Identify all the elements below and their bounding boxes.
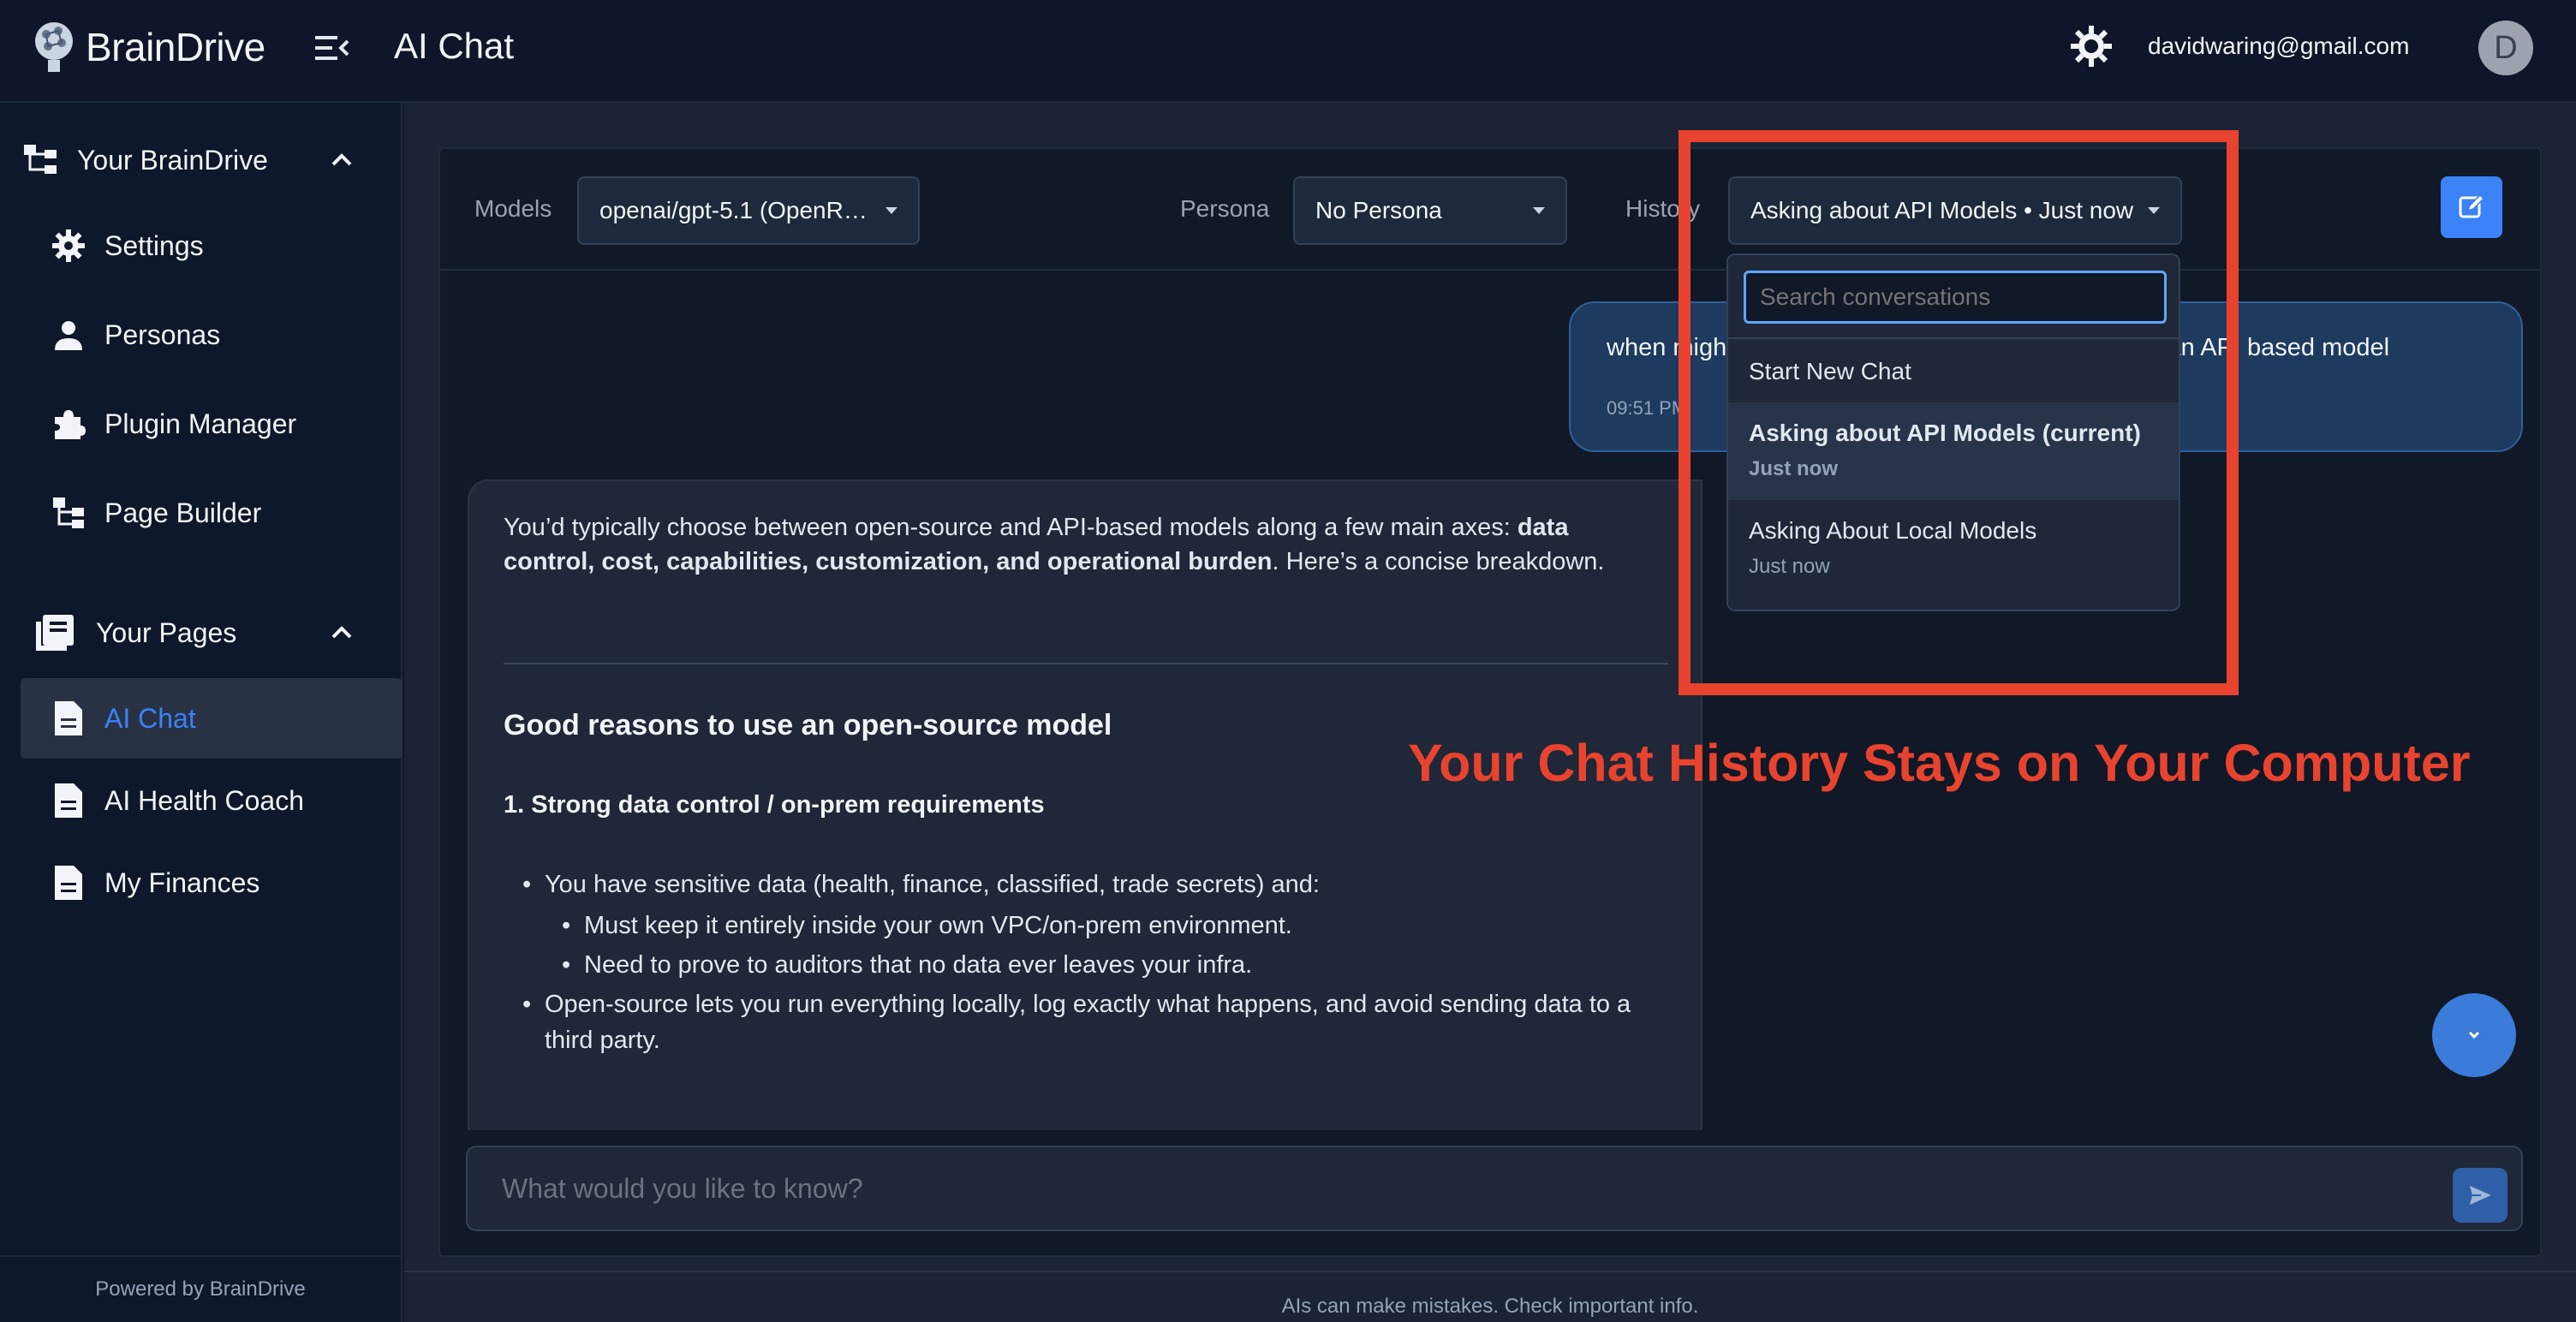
sidebar-item-label: AI Health Coach [104, 784, 305, 816]
chevron-down-icon [2468, 1031, 2480, 1039]
sidebar-item-page-builder[interactable]: Page Builder [21, 473, 402, 553]
assistant-heading: Good reasons to use an open-source model [504, 709, 1112, 741]
persona-label: Persona [1180, 195, 1270, 222]
sidebar-item-label: Plugin Manager [104, 408, 297, 439]
list-item: You have sensitive data (health, finance… [522, 866, 1675, 902]
brain-logo-icon [35, 22, 73, 72]
sidebar-item-label: Settings [104, 229, 204, 261]
sitemap-icon [50, 494, 87, 532]
brand-name: BrainDrive [86, 25, 265, 69]
divider [504, 663, 1668, 664]
section-your-pages[interactable]: Your Pages [22, 603, 382, 663]
gear-icon [50, 227, 87, 265]
message-composer [466, 1146, 2523, 1231]
caret-down-icon [1533, 207, 1545, 214]
assistant-subheading: 1. Strong data control / on-prem require… [504, 791, 1045, 819]
section-your-braindrive[interactable]: Your BrainDrive [22, 130, 382, 190]
user-message-time: 09:51 PM [1607, 397, 1688, 419]
puzzle-icon [50, 405, 87, 443]
pages-icon [36, 615, 74, 651]
user-email[interactable]: davidwaring@gmail.com [2148, 33, 2409, 60]
sidebar-item-ai-health-coach[interactable]: AI Health Coach [21, 760, 402, 841]
sidebar-item-label: AI Chat [104, 702, 196, 734]
sidebar-item-my-finances[interactable]: My Finances [21, 843, 402, 923]
chevron-up-icon[interactable] [329, 620, 355, 646]
section-label: Your Pages [96, 616, 237, 648]
avatar[interactable]: D [2478, 21, 2533, 75]
new-chat-button[interactable] [2441, 176, 2502, 238]
annotation-text: Your Chat History Stays on Your Computer [1408, 734, 2471, 792]
edit-icon [2459, 194, 2485, 218]
models-select[interactable]: openai/gpt-5.1 (OpenR… [577, 176, 920, 245]
persona-select[interactable]: No Persona [1293, 176, 1567, 245]
main-area: Models openai/gpt-5.1 (OpenR… Persona No… [404, 103, 2576, 1322]
top-bar: BrainDrive AI Chat davidwaring@gmail.com… [0, 0, 2576, 103]
divider [404, 1271, 2576, 1272]
sidebar-item-label: Page Builder [104, 497, 262, 528]
section-label: Your BrainDrive [77, 144, 268, 176]
sidebar: Your BrainDrive Settings Personas Plugin… [0, 103, 402, 1322]
sidebar-item-personas[interactable]: Personas [21, 295, 402, 375]
disclaimer-text: AIs can make mistakes. Check important i… [1281, 1295, 1699, 1318]
models-select-value: openai/gpt-5.1 (OpenR… [599, 197, 868, 223]
document-icon [50, 782, 87, 819]
chevron-up-icon[interactable] [329, 147, 355, 173]
caret-down-icon [886, 207, 897, 214]
sidebar-item-label: My Finances [104, 866, 260, 898]
theme-toggle-icon[interactable] [2069, 24, 2114, 68]
person-icon [50, 316, 87, 354]
message-input[interactable] [468, 1147, 2403, 1230]
list-item: Open-source lets you run everything loca… [522, 986, 1658, 1058]
intro-text-end: . Here’s a concise breakdown. [1272, 548, 1605, 575]
sidebar-item-plugin-manager[interactable]: Plugin Manager [21, 384, 402, 464]
sidebar-item-settings[interactable]: Settings [21, 205, 402, 286]
document-icon [50, 700, 87, 737]
sitemap-icon [24, 145, 57, 174]
document-icon [50, 864, 87, 902]
models-label: Models [474, 195, 552, 222]
sidebar-item-label: Personas [104, 319, 221, 350]
sidebar-footer: Powered by BrainDrive [0, 1255, 401, 1322]
intro-text: You’d typically choose between open-sour… [504, 514, 1518, 541]
send-icon [2470, 1186, 2491, 1205]
send-button[interactable] [2453, 1168, 2507, 1223]
persona-select-value: No Persona [1315, 197, 1442, 223]
list-item: Need to prove to auditors that no data e… [562, 947, 1680, 983]
annotation-highlight-box [1679, 130, 2239, 695]
sidebar-item-ai-chat[interactable]: AI Chat [21, 678, 402, 759]
page-title: AI Chat [394, 26, 515, 66]
scroll-to-bottom-button[interactable] [2432, 993, 2516, 1077]
assistant-intro: You’d typically choose between open-sour… [504, 510, 1651, 579]
sidebar-collapse-icon[interactable] [313, 31, 351, 65]
list-item: Must keep it entirely inside your own VP… [562, 908, 1680, 944]
assistant-message: You’d typically choose between open-sour… [468, 479, 1702, 1130]
